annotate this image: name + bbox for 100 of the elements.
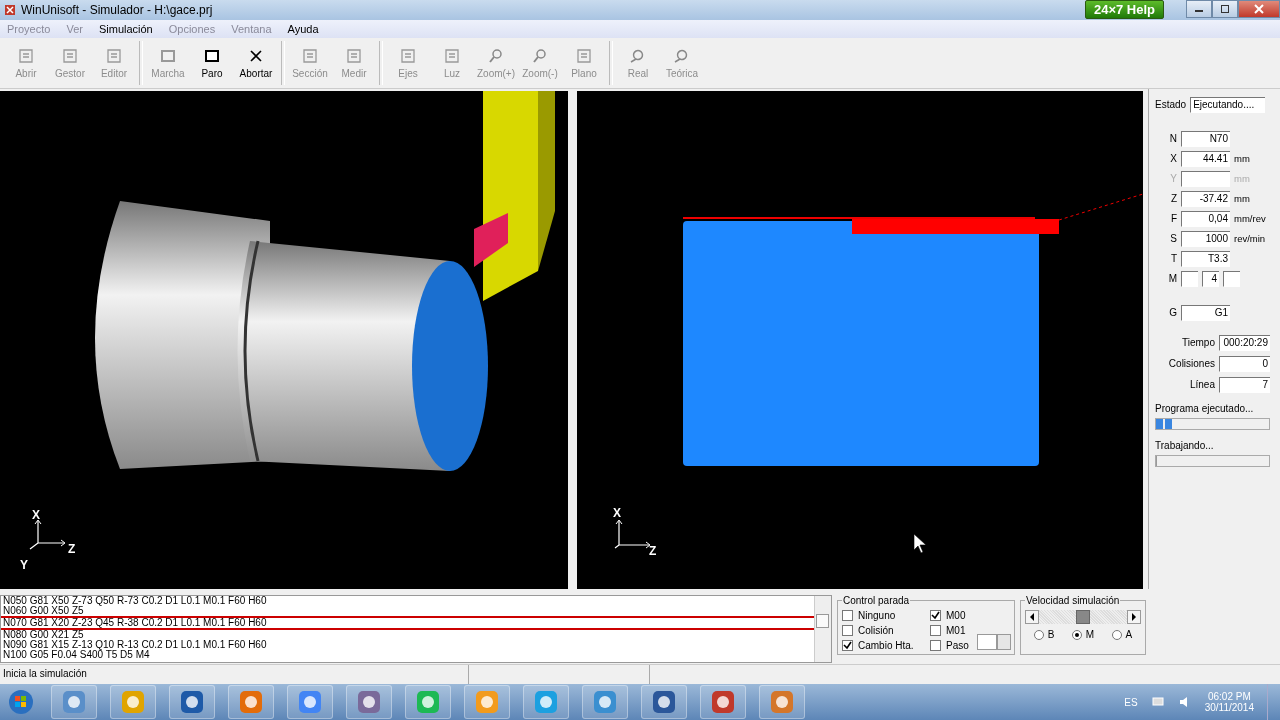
menu-item[interactable]: Simulación <box>98 22 153 35</box>
group-title: Control parada <box>842 595 911 607</box>
app-icon <box>415 689 441 715</box>
toolbar-button[interactable]: Abortar <box>234 40 278 85</box>
app-icon <box>238 689 264 715</box>
minimize-button[interactable] <box>1186 0 1212 18</box>
app-icon <box>710 689 736 715</box>
restore-icon <box>1220 4 1230 14</box>
app-icon <box>651 689 677 715</box>
checkbox-option[interactable]: M01 <box>930 623 974 639</box>
taskbar-app-icon[interactable] <box>582 685 628 719</box>
checkbox-option[interactable]: Colisión <box>842 623 930 639</box>
counter-label: Línea <box>1189 379 1215 391</box>
app-icon <box>769 689 795 715</box>
app-icon <box>61 689 87 715</box>
app-icon <box>179 689 205 715</box>
step-spin-field[interactable] <box>977 634 1011 651</box>
app-icon <box>120 689 146 715</box>
readout-field: T3.3 <box>1181 250 1230 267</box>
readout-field: -37.42 <box>1181 190 1230 207</box>
taskbar-app-icon[interactable] <box>287 685 333 719</box>
program-line[interactable]: N100 G05 F0.04 S400 T5 D5 M4 <box>1 650 814 661</box>
checkbox-option[interactable]: M00 <box>930 608 974 624</box>
group-title: Velocidad simulación <box>1025 595 1121 607</box>
unit-label: mm/rev <box>1234 213 1266 225</box>
app-icon <box>592 689 618 715</box>
magnifier-icon <box>487 46 505 65</box>
clock-date[interactable]: 30/11/2014 <box>1204 702 1254 713</box>
scroll-right-button[interactable] <box>1127 610 1141 625</box>
taskbar-app-icon[interactable] <box>405 685 451 719</box>
counter-label: Tiempo <box>1182 337 1215 349</box>
readout-label: Y <box>1169 173 1177 185</box>
readout-label: G <box>1168 307 1177 319</box>
language-indicator[interactable]: ES <box>1124 696 1138 708</box>
toolbar-button[interactable]: Paro <box>190 40 234 85</box>
counter-field: 7 <box>1219 376 1270 393</box>
magnifier-icon <box>531 46 549 65</box>
radio-option[interactable]: A <box>1111 629 1133 641</box>
checkbox-option[interactable]: Cambio Hta. <box>842 638 930 654</box>
state-field: Ejecutando.... <box>1190 96 1266 113</box>
taskbar-app-icon[interactable] <box>759 685 805 719</box>
menu-item[interactable]: Ayuda <box>287 22 319 35</box>
taskbar-app-icon[interactable] <box>110 685 156 719</box>
taskbar-app-icon[interactable] <box>228 685 274 719</box>
network-icon[interactable] <box>1150 695 1165 709</box>
readout-label: F <box>1169 213 1177 225</box>
app-icon <box>356 689 382 715</box>
program-line[interactable]: N090 G81 X15 Z-13 Q10 R-13 C0.2 D1 L0.1 M0.1 F60 H60 <box>1 640 814 651</box>
counter-field: 0 <box>1219 355 1270 372</box>
restore-button[interactable] <box>1212 0 1238 18</box>
unit-label: mm <box>1234 153 1250 165</box>
progress-label: Trabajando... <box>1155 439 1215 451</box>
state-label: Estado <box>1155 99 1187 111</box>
taskbar-app-icon[interactable] <box>700 685 746 719</box>
app-icon <box>3 2 17 17</box>
document-icon <box>443 46 461 65</box>
help-button[interactable]: 24×7 Help <box>1084 0 1164 20</box>
program-line[interactable]: N070 G81 X20 Z-23 Q45 R-38 C0.2 D1 L0.1 M0.1 F60 H60 <box>1 616 814 631</box>
program-line[interactable]: N050 G81 X50 Z-73 Q50 R-73 C0.2 D1 L0.1 M0.1 F60 H60 <box>1 596 814 607</box>
counter-label: Colisiones <box>1168 358 1215 370</box>
unit-label: rev/min <box>1234 233 1266 245</box>
checkbox-option[interactable]: Ninguno <box>842 608 930 624</box>
readout-field: N70 <box>1181 130 1230 147</box>
taskbar-app-icon[interactable] <box>51 685 97 719</box>
taskbar-app-icon[interactable] <box>523 685 569 719</box>
taskbar-app-icon[interactable] <box>464 685 510 719</box>
document-icon <box>301 46 319 65</box>
radio-option[interactable]: M <box>1071 629 1095 641</box>
scroll-left-button[interactable] <box>1025 610 1039 625</box>
windows-logo-icon <box>8 689 34 715</box>
program-line[interactable]: N060 G00 X50 Z5 <box>1 606 814 617</box>
radio-option[interactable]: B <box>1033 629 1055 641</box>
readout-field: 0,04 <box>1181 210 1230 227</box>
readout-label: M <box>1167 273 1177 285</box>
close-button[interactable] <box>1238 0 1280 18</box>
close-icon <box>1254 4 1264 14</box>
document-icon <box>17 46 35 65</box>
document-icon <box>61 46 79 65</box>
axis-label: X <box>613 506 621 519</box>
unit-label: mm <box>1234 193 1250 205</box>
speed-slider[interactable] <box>1039 610 1127 625</box>
taskbar-app-icon[interactable] <box>169 685 215 719</box>
taskbar-app-icon[interactable] <box>346 685 392 719</box>
progress-label: Programa ejecutado... <box>1155 402 1255 414</box>
readout-field: 4 <box>1202 270 1219 287</box>
program-line[interactable]: N080 G00 X21 Z5 <box>1 630 814 641</box>
clock-time[interactable]: 06:02 PM <box>1207 691 1251 702</box>
document-icon <box>575 46 593 65</box>
readout-label: Z <box>1169 193 1177 205</box>
readout-field <box>1181 170 1230 187</box>
document-icon <box>345 46 363 65</box>
right-arrow-icon <box>1131 613 1137 622</box>
window-title: WinUnisoft - Simulador - H:\gace.prj <box>21 2 213 17</box>
checkbox-option[interactable]: Paso <box>930 638 974 654</box>
app-icon <box>533 689 559 715</box>
readout-label: N <box>1168 133 1177 145</box>
document-icon <box>399 46 417 65</box>
taskbar-app-icon[interactable] <box>641 685 687 719</box>
scrollbar[interactable] <box>814 596 831 663</box>
cursor-icon <box>913 533 927 554</box>
